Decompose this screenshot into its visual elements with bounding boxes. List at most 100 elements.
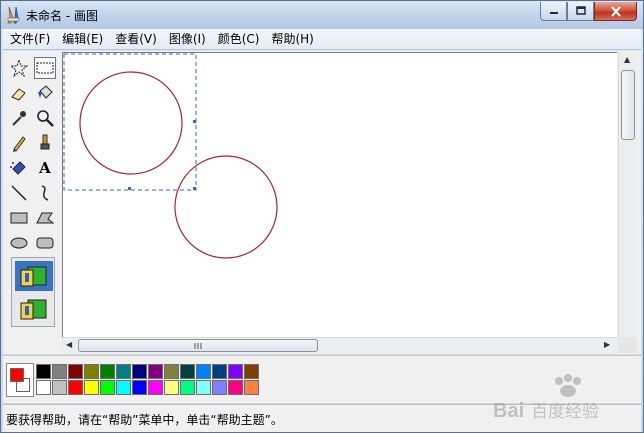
color-picker-tool[interactable] <box>8 107 30 129</box>
scroll-left-icon[interactable]: ◀ <box>66 340 72 349</box>
brush-icon <box>40 134 50 150</box>
palette-swatch[interactable] <box>244 364 259 379</box>
polygon-tool[interactable] <box>34 207 56 229</box>
maximize-button[interactable] <box>567 2 594 21</box>
palette-swatch[interactable] <box>148 380 163 395</box>
foreground-color-swatch[interactable] <box>10 368 24 382</box>
fill-tool[interactable] <box>34 82 56 104</box>
curve-tool[interactable] <box>34 182 56 204</box>
menu-image[interactable]: 图像(I) <box>164 30 211 49</box>
menu-help[interactable]: 帮助(H) <box>266 30 318 49</box>
transparent-selection-icon <box>20 299 47 320</box>
palette-swatch[interactable] <box>68 364 83 379</box>
palette-swatch[interactable] <box>100 364 115 379</box>
menu-view[interactable]: 查看(V) <box>110 30 162 49</box>
rectangle-tool[interactable] <box>8 207 30 229</box>
transparent-background-option[interactable] <box>15 294 53 324</box>
selection-handle[interactable] <box>128 187 131 190</box>
palette-swatch[interactable] <box>196 380 211 395</box>
status-bar: 要获得帮助，请在“帮助”菜单中，单击“帮助主题”。 Bai 百度经验 <box>3 374 641 432</box>
text-icon: A <box>39 159 51 177</box>
free-select-tool[interactable] <box>8 57 30 79</box>
text-tool[interactable]: A <box>34 157 56 179</box>
palette-swatch[interactable] <box>164 380 179 395</box>
opaque-background-option[interactable] <box>15 261 53 291</box>
palette-swatch[interactable] <box>36 364 51 379</box>
baidu-jingyan-watermark: Bai 百度经验 <box>489 369 619 425</box>
polygon-icon <box>36 212 54 224</box>
horizontal-scroll-thumb[interactable] <box>78 339 318 352</box>
palette-swatch[interactable] <box>36 380 51 395</box>
palette-swatch[interactable] <box>132 364 147 379</box>
menu-edit[interactable]: 编辑(E) <box>57 30 108 49</box>
brush-tool[interactable] <box>34 132 56 154</box>
line-tool[interactable] <box>8 182 30 204</box>
palette-swatch[interactable] <box>100 380 115 395</box>
paint-app-icon <box>7 6 20 24</box>
canvas-drawing <box>63 53 278 259</box>
minimize-icon <box>549 12 558 14</box>
opaque-selection-icon <box>20 266 47 287</box>
palette-swatch[interactable] <box>228 380 243 395</box>
palette-swatch[interactable] <box>228 364 243 379</box>
palette-swatch[interactable] <box>116 364 131 379</box>
palette-swatch[interactable] <box>84 380 99 395</box>
palette-swatch[interactable] <box>244 380 259 395</box>
palette-swatch[interactable] <box>180 364 195 379</box>
scroll-up-icon[interactable]: ▲ <box>624 55 630 64</box>
circle-shape <box>79 71 183 175</box>
rect-select-tool[interactable] <box>34 57 56 79</box>
magnifier-tool[interactable] <box>34 107 56 129</box>
palette-swatch[interactable] <box>212 380 227 395</box>
palette-swatch[interactable] <box>68 380 83 395</box>
palette-swatch[interactable] <box>52 364 67 379</box>
maximize-icon <box>575 6 586 15</box>
minimize-button[interactable] <box>540 2 567 21</box>
vertical-scroll-thumb[interactable] <box>621 70 635 140</box>
watermark-logo: Bai 百度经验 <box>493 374 599 422</box>
eraser-icon <box>11 88 26 101</box>
palette-swatch[interactable] <box>116 380 131 395</box>
eyedropper-icon <box>12 111 26 126</box>
line-icon <box>11 185 27 201</box>
ellipse-tool[interactable] <box>8 232 30 254</box>
menu-colors[interactable]: 颜色(C) <box>213 30 265 49</box>
curve-icon <box>41 185 49 201</box>
rect-select-icon <box>36 62 54 74</box>
close-button[interactable] <box>594 2 637 21</box>
airbrush-tool[interactable] <box>8 157 30 179</box>
tool-options-panel <box>11 257 55 327</box>
title-bar[interactable]: 未命名 - 画图 <box>1 1 643 29</box>
rectangle-icon <box>10 212 28 224</box>
svg-text:百度经验: 百度经验 <box>531 402 599 422</box>
pencil-tool[interactable] <box>8 132 30 154</box>
palette-swatch[interactable] <box>132 380 147 395</box>
ellipse-icon <box>10 237 28 249</box>
status-text: 要获得帮助，请在“帮助”菜单中，单击“帮助主题”。 <box>6 413 283 427</box>
palette-swatch[interactable] <box>164 364 179 379</box>
selection-handle[interactable] <box>193 187 196 190</box>
palette-swatch[interactable] <box>52 380 67 395</box>
svg-text:Bai: Bai <box>493 400 524 422</box>
scroll-right-icon[interactable]: ▶ <box>604 340 610 349</box>
paint-window: 未命名 - 画图 文件(F) 编辑(E) 查看(V) 图像(I) 颜色(C) 帮… <box>0 0 644 433</box>
horizontal-scrollbar[interactable]: ◀ ▶ <box>62 337 618 353</box>
menu-bar: 文件(F) 编辑(E) 查看(V) 图像(I) 颜色(C) 帮助(H) <box>3 29 641 50</box>
selection-rectangle[interactable] <box>63 53 197 191</box>
palette-swatch[interactable] <box>180 380 195 395</box>
vertical-scrollbar[interactable]: ▲ <box>618 52 637 337</box>
selection-handle[interactable] <box>193 120 196 123</box>
palette-swatch[interactable] <box>196 364 211 379</box>
eraser-tool[interactable] <box>8 82 30 104</box>
menu-file[interactable]: 文件(F) <box>5 30 55 49</box>
drawing-canvas[interactable] <box>62 52 617 337</box>
rounded-rect-tool[interactable] <box>34 232 56 254</box>
scroll-corner <box>618 337 637 353</box>
fill-bucket-icon <box>38 85 53 99</box>
current-colors[interactable] <box>6 363 34 397</box>
palette-swatch[interactable] <box>148 364 163 379</box>
palette-swatch[interactable] <box>84 364 99 379</box>
palette-swatch[interactable] <box>212 364 227 379</box>
main-area: A ▲ ◀ ▶ <box>3 51 641 354</box>
star-select-icon <box>10 59 28 77</box>
